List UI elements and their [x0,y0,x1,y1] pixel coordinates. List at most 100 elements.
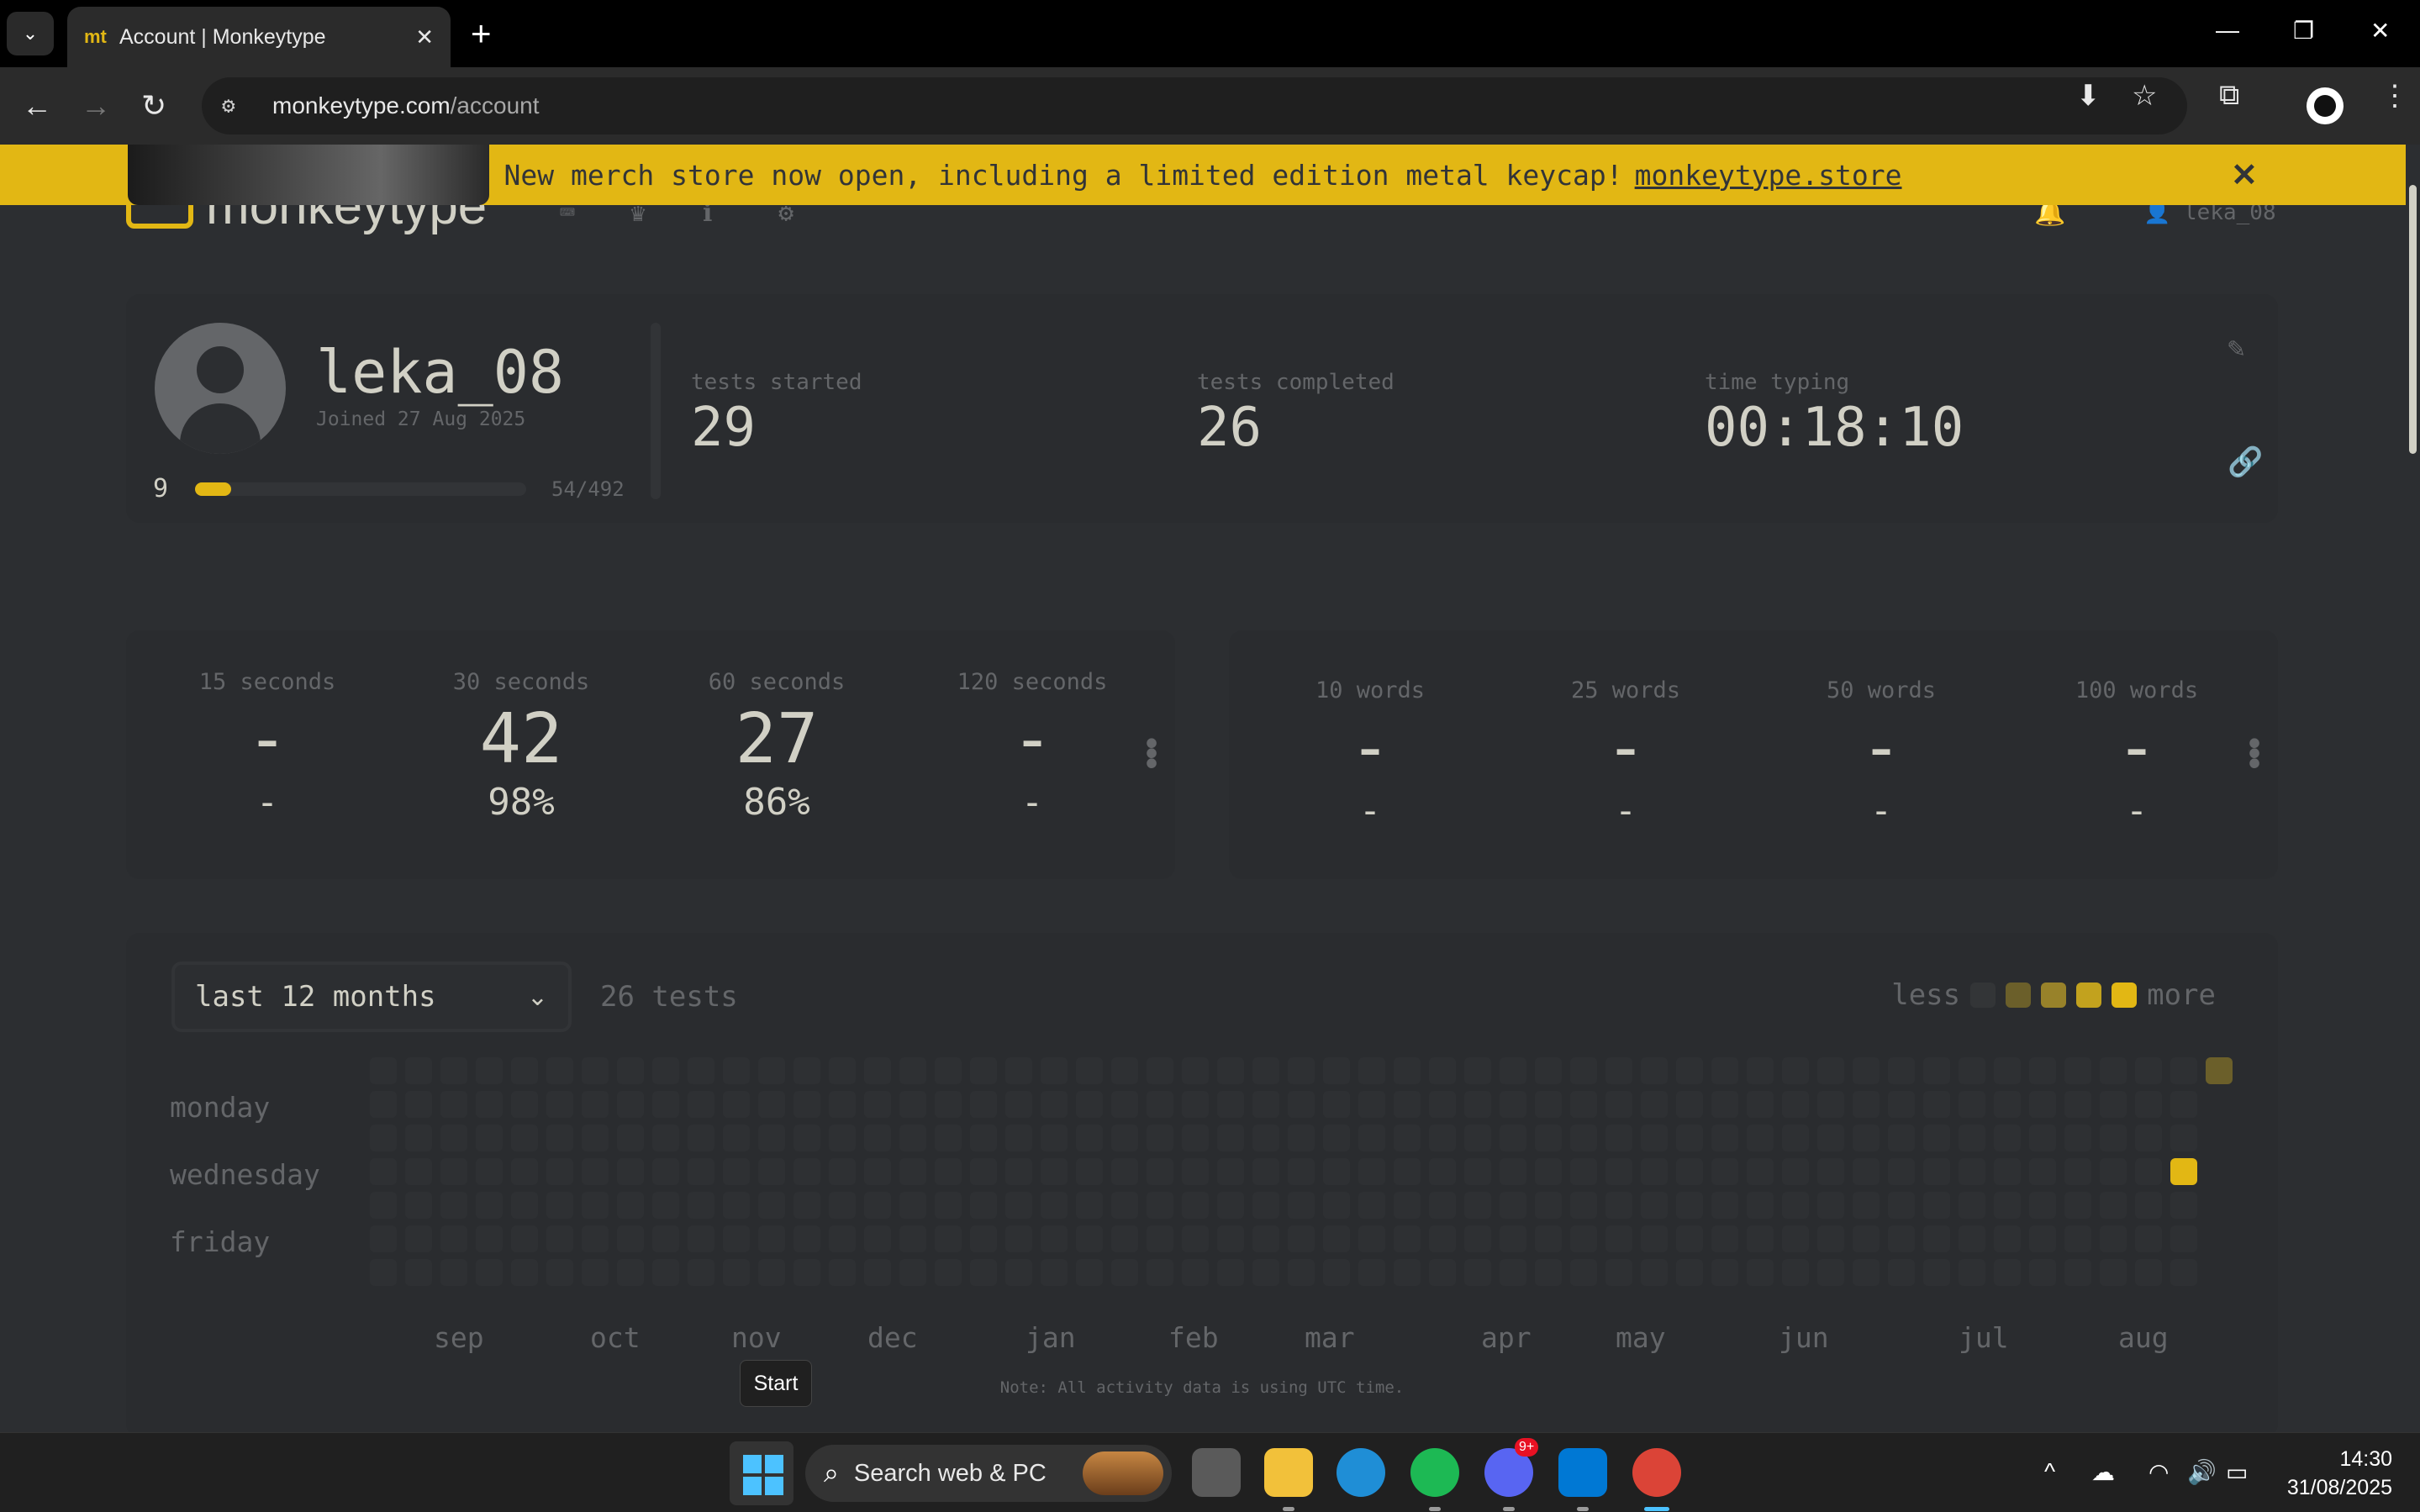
activity-day-cell[interactable] [1605,1192,1632,1219]
activity-day-cell[interactable] [1605,1158,1632,1185]
activity-day-cell[interactable] [1288,1192,1315,1219]
scrollbar-thumb[interactable] [2409,185,2417,454]
restore-icon[interactable]: ❐ [2293,17,2314,45]
activity-day-cell[interactable] [1711,1259,1738,1286]
activity-day-cell[interactable] [793,1192,820,1219]
activity-day-cell[interactable] [1147,1091,1173,1118]
volume-icon[interactable]: 🔊 [2187,1458,2217,1486]
activity-day-cell[interactable] [1358,1158,1385,1185]
activity-day-cell[interactable] [1111,1192,1138,1219]
activity-day-cell[interactable] [1358,1125,1385,1151]
activity-day-cell[interactable] [1217,1091,1244,1118]
activity-day-cell[interactable] [1923,1192,1950,1219]
task-view-icon[interactable] [1192,1448,1241,1497]
keyboard-icon[interactable]: ⌨ [560,205,575,228]
activity-day-cell[interactable] [1041,1259,1068,1286]
activity-day-cell[interactable] [970,1158,997,1185]
activity-day-cell[interactable] [1076,1057,1103,1084]
activity-day-cell[interactable] [758,1192,785,1219]
store-link[interactable]: monkeytype.store [1635,159,1902,192]
activity-day-cell[interactable] [1817,1225,1844,1252]
activity-day-cell[interactable] [1394,1158,1421,1185]
activity-day-cell[interactable] [1464,1259,1491,1286]
activity-day-cell[interactable] [1288,1057,1315,1084]
activity-day-cell[interactable] [793,1225,820,1252]
activity-day-cell[interactable] [1535,1125,1562,1151]
activity-day-cell[interactable] [1959,1259,1985,1286]
activity-day-cell[interactable] [1252,1057,1279,1084]
activity-day-cell[interactable] [1500,1259,1526,1286]
activity-day-cell[interactable] [546,1158,573,1185]
activity-day-cell[interactable] [617,1259,644,1286]
chrome-icon[interactable] [1632,1448,1681,1511]
activity-day-cell[interactable] [1747,1259,1774,1286]
activity-day-cell[interactable] [1853,1091,1880,1118]
activity-day-cell[interactable] [1394,1057,1421,1084]
new-tab-button[interactable]: + [471,15,492,52]
activity-day-cell[interactable] [758,1091,785,1118]
activity-day-cell[interactable] [1041,1158,1068,1185]
activity-day-cell[interactable] [1959,1091,1985,1118]
activity-day-cell[interactable] [1959,1192,1985,1219]
activity-day-cell[interactable] [370,1091,397,1118]
activity-day-cell[interactable] [2170,1158,2197,1185]
activity-day-cell[interactable] [2064,1091,2091,1118]
activity-day-cell[interactable] [1782,1192,1809,1219]
activity-day-cell[interactable] [582,1091,609,1118]
activity-day-cell[interactable] [1923,1158,1950,1185]
activity-day-cell[interactable] [1429,1259,1456,1286]
activity-day-cell[interactable] [1111,1225,1138,1252]
activity-day-cell[interactable] [440,1225,467,1252]
site-logo[interactable]: monkeytype [206,205,487,235]
activity-day-cell[interactable] [1817,1057,1844,1084]
activity-day-cell[interactable] [688,1125,714,1151]
activity-day-cell[interactable] [935,1057,962,1084]
minimize-icon[interactable]: — [2216,17,2239,44]
activity-day-cell[interactable] [1676,1057,1703,1084]
page-scrollbar[interactable] [2406,145,2420,1432]
activity-day-cell[interactable] [1147,1192,1173,1219]
activity-day-cell[interactable] [652,1158,679,1185]
activity-day-cell[interactable] [829,1259,856,1286]
activity-day-cell[interactable] [1535,1091,1562,1118]
activity-day-cell[interactable] [476,1057,503,1084]
activity-day-cell[interactable] [1535,1057,1562,1084]
activity-day-cell[interactable] [1076,1125,1103,1151]
activity-day-cell[interactable] [2064,1057,2091,1084]
activity-day-cell[interactable] [2170,1057,2197,1084]
activity-day-cell[interactable] [1676,1225,1703,1252]
activity-day-cell[interactable] [688,1057,714,1084]
activity-day-cell[interactable] [793,1125,820,1151]
activity-day-cell[interactable] [1147,1225,1173,1252]
activity-day-cell[interactable] [758,1057,785,1084]
activity-day-cell[interactable] [1782,1158,1809,1185]
activity-day-cell[interactable] [1217,1259,1244,1286]
activity-day-cell[interactable] [440,1057,467,1084]
activity-day-cell[interactable] [829,1158,856,1185]
activity-day-cell[interactable] [440,1259,467,1286]
activity-day-cell[interactable] [2064,1225,2091,1252]
activity-day-cell[interactable] [1888,1091,1915,1118]
activity-day-cell[interactable] [829,1091,856,1118]
activity-day-cell[interactable] [1358,1192,1385,1219]
activity-day-cell[interactable] [1817,1091,1844,1118]
activity-day-cell[interactable] [1217,1057,1244,1084]
activity-day-cell[interactable] [758,1225,785,1252]
activity-day-cell[interactable] [582,1225,609,1252]
activity-day-cell[interactable] [1641,1125,1668,1151]
activity-day-cell[interactable] [1923,1057,1950,1084]
activity-day-cell[interactable] [2100,1225,2127,1252]
activity-day-cell[interactable] [864,1259,891,1286]
activity-range-select[interactable]: last 12 months ⌄ [171,961,572,1032]
activity-day-cell[interactable] [1464,1192,1491,1219]
activity-day-cell[interactable] [970,1125,997,1151]
activity-day-cell[interactable] [1394,1091,1421,1118]
activity-day-cell[interactable] [864,1225,891,1252]
activity-day-cell[interactable] [1711,1225,1738,1252]
activity-day-cell[interactable] [2135,1125,2162,1151]
activity-day-cell[interactable] [899,1192,926,1219]
activity-day-cell[interactable] [440,1091,467,1118]
activity-day-cell[interactable] [1641,1225,1668,1252]
activity-day-cell[interactable] [1147,1057,1173,1084]
more-options-icon[interactable]: • • • [2244,728,2264,782]
